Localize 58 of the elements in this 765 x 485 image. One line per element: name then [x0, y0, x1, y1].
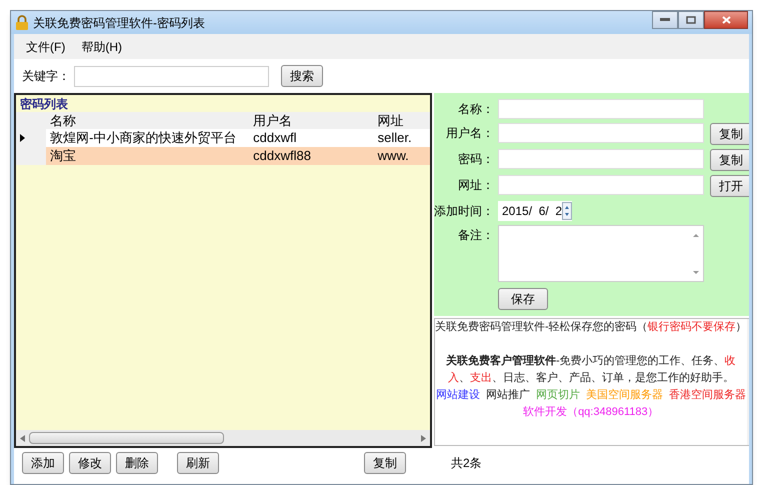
minimize-icon [660, 18, 670, 22]
close-icon [722, 16, 730, 24]
date-field[interactable]: 2015/ 6/ 2 [498, 201, 572, 221]
action-button[interactable]: 删除 [116, 452, 158, 474]
table-row[interactable]: 敦煌网-中小商家的快速外贸平台 cddxwfl seller. [16, 129, 430, 147]
field-label: 添加时间： [434, 203, 494, 220]
copy-button[interactable]: 复制 [364, 452, 406, 474]
column-header[interactable]: 用户名 [249, 112, 374, 129]
minimize-button[interactable] [652, 11, 678, 29]
table-cell-text: cddxwfl88 [252, 147, 312, 165]
action-button[interactable]: 添加 [22, 452, 64, 474]
close-button[interactable] [704, 11, 748, 29]
menu-item[interactable]: 帮助(H) [81, 38, 122, 56]
info-text: 关联免费密码管理软件-轻松保存您的密码（银行密码不要保存） [435, 320, 747, 335]
promo-link[interactable]: 网站推广 [486, 387, 530, 404]
table-cell-text: 敦煌网-中小商家的快速外贸平台 [49, 129, 238, 147]
field-label: 网址： [457, 177, 494, 194]
promo-link[interactable]: 香港空间服务器 [668, 387, 746, 404]
lock-icon [15, 15, 29, 30]
row-pointer-icon [20, 134, 25, 142]
field-label: 用户名： [445, 125, 494, 142]
table-cell-text: www. [376, 147, 410, 165]
notes-field[interactable] [498, 225, 704, 282]
search-button[interactable]: 搜索 [281, 65, 323, 87]
scroll-right-icon[interactable] [421, 434, 426, 442]
text-field[interactable] [498, 123, 704, 143]
maximize-icon [686, 16, 696, 24]
list-title: 密码列表 [19, 96, 69, 112]
field-label: 名称： [457, 101, 494, 118]
field-button[interactable]: 复制 [710, 149, 749, 171]
info-text: 关联免费客户管理软件-免费小巧的管理您的工作、任务、收入、支出、日志、客户、产品、订单，是您工作的好助手。 [445, 354, 737, 386]
field-button[interactable]: 打开 [710, 175, 749, 197]
horizontal-scrollbar[interactable] [16, 430, 430, 446]
action-button[interactable]: 修改 [69, 452, 111, 474]
table-row[interactable]: 淘宝 cddxwfl88 www. [16, 147, 430, 165]
table-cell-text: seller. [376, 129, 413, 147]
action-button[interactable]: 刷新 [177, 452, 219, 474]
scroll-thumb[interactable] [29, 432, 224, 444]
column-header[interactable]: 名称 [46, 112, 250, 129]
scroll-left-icon[interactable] [20, 434, 25, 442]
field-label: 密码： [457, 151, 494, 168]
save-button[interactable]: 保存 [498, 288, 548, 310]
record-count: 共2条 [451, 455, 482, 472]
search-label: 关键字： [22, 68, 70, 85]
spin-icon[interactable] [562, 202, 572, 220]
text-field[interactable] [498, 99, 704, 119]
search-field[interactable] [74, 66, 269, 86]
column-header[interactable]: 网址 [374, 112, 430, 129]
field-label: 备注： [457, 227, 494, 244]
table-cell-text: cddxwfl [252, 129, 298, 147]
table-cell-text: 淘宝 [49, 147, 78, 165]
text-field[interactable] [498, 175, 704, 195]
text-field[interactable] [498, 149, 704, 169]
promo-link[interactable]: 网站建设 [436, 387, 480, 404]
field-button[interactable]: 复制 [710, 123, 749, 145]
window-title: 关联免费密码管理软件-密码列表 [33, 14, 205, 32]
menu-item[interactable]: 文件(F) [26, 38, 66, 56]
maximize-button[interactable] [678, 11, 704, 29]
